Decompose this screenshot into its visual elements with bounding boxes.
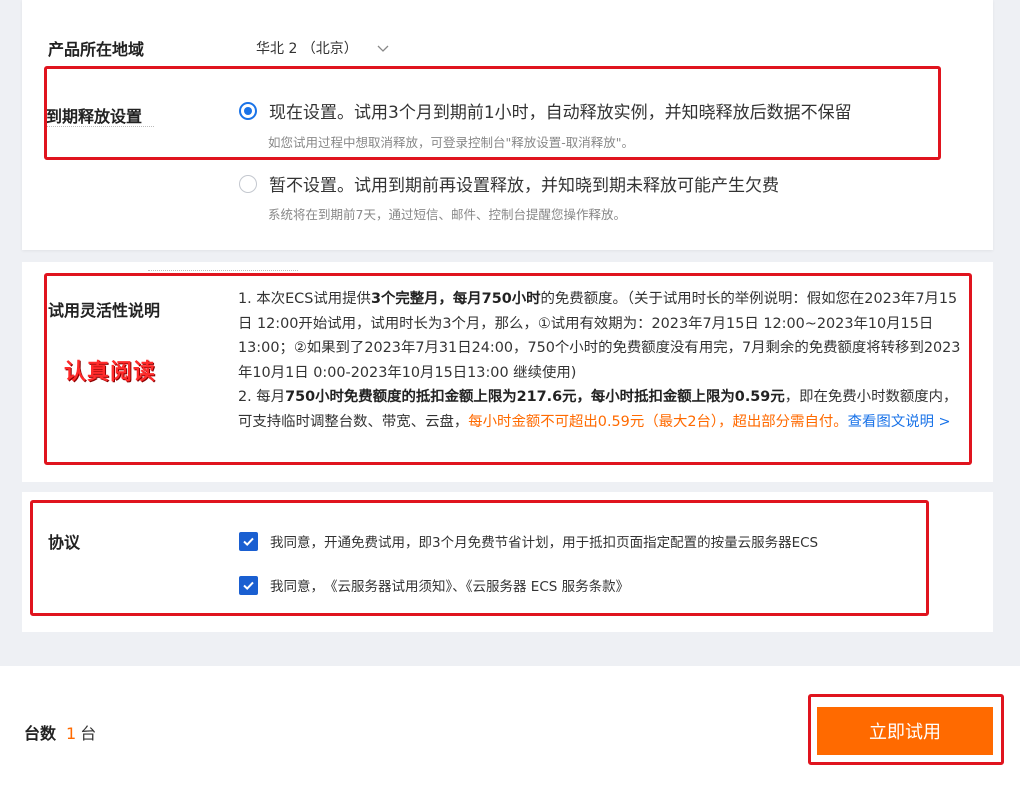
release-option-later[interactable]: 暂不设置。试用到期前再设置释放，并知晓到期未释放可能产生欠费 — [239, 171, 779, 196]
chevron-down-icon — [377, 45, 389, 52]
highlight-box-agreement — [30, 500, 929, 616]
region-select[interactable]: 华北 2 （北京） — [256, 38, 390, 58]
highlight-box-trial — [44, 273, 972, 465]
radio-unselected[interactable] — [239, 174, 257, 193]
release-option-later-text: 暂不设置。试用到期前再设置释放，并知晓到期未释放可能产生欠费 — [269, 176, 779, 196]
quantity-unit: 台 — [80, 724, 97, 743]
quantity-value: 1 — [66, 724, 77, 743]
region-label: 产品所在地域 — [48, 40, 145, 59]
trial-divider — [148, 270, 298, 271]
highlight-box-button — [808, 694, 1004, 765]
highlight-box-release — [44, 66, 941, 160]
quantity: 台数 1 台 — [24, 720, 96, 744]
quantity-label: 台数 — [24, 724, 57, 743]
release-option-later-sub: 系统将在到期前7天，通过短信、邮件、控制台提醒您操作释放。 — [268, 207, 626, 222]
region-value: 华北 2 （北京） — [256, 41, 358, 57]
